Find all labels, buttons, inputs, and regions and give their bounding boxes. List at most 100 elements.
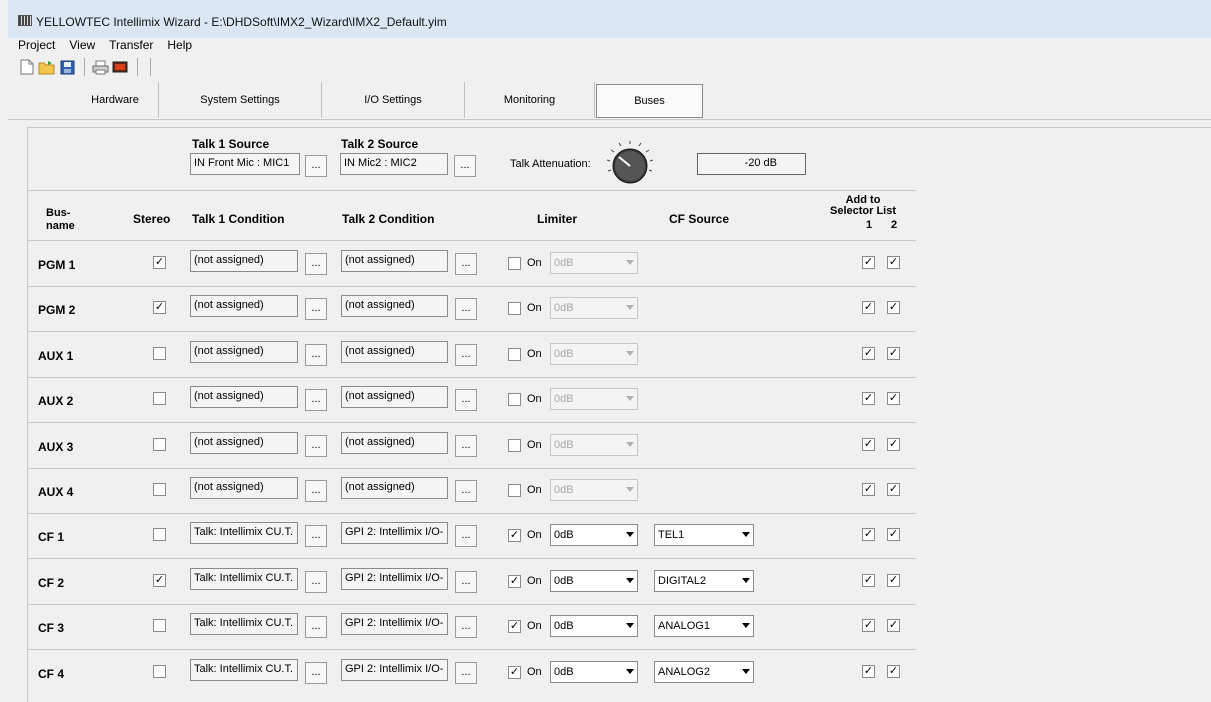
selector-list-1-checkbox[interactable]: ✓ bbox=[862, 256, 875, 269]
talk1-condition-browse-button[interactable]: ... bbox=[305, 389, 327, 411]
talk2-condition-browse-button[interactable]: ... bbox=[455, 298, 477, 320]
tab-hardware[interactable]: Hardware bbox=[72, 82, 159, 118]
tab-monitoring[interactable]: Monitoring bbox=[465, 82, 595, 118]
limiter-on-checkbox[interactable] bbox=[508, 348, 521, 361]
talk1-condition-browse-button[interactable]: ... bbox=[305, 253, 327, 275]
cf-source-select[interactable]: ANALOG1 bbox=[654, 615, 754, 637]
limiter-on-checkbox[interactable] bbox=[508, 484, 521, 497]
transfer-icon[interactable] bbox=[111, 58, 129, 76]
talk1-source-browse-button[interactable]: ... bbox=[305, 155, 327, 177]
stereo-checkbox[interactable] bbox=[153, 347, 166, 360]
selector-list-1-checkbox[interactable]: ✓ bbox=[862, 392, 875, 405]
selector-list-1-checkbox[interactable]: ✓ bbox=[862, 438, 875, 451]
selector-list-2-checkbox[interactable]: ✓ bbox=[887, 619, 900, 632]
talk2-condition-field[interactable]: GPI 2: Intellimix I/O- bbox=[341, 522, 448, 544]
talk1-condition-browse-button[interactable]: ... bbox=[305, 662, 327, 684]
limiter-on-checkbox[interactable] bbox=[508, 257, 521, 270]
limiter-on-checkbox[interactable]: ✓ bbox=[508, 666, 521, 679]
cf-source-select[interactable]: DIGITAL2 bbox=[654, 570, 754, 592]
new-file-icon[interactable] bbox=[18, 58, 36, 76]
limiter-level-select[interactable]: 0dB bbox=[550, 570, 638, 592]
limiter-on-checkbox[interactable] bbox=[508, 439, 521, 452]
open-folder-icon[interactable] bbox=[38, 58, 56, 76]
talk1-condition-field[interactable]: Talk: Intellimix CU.T. bbox=[190, 568, 298, 590]
menu-help[interactable]: Help bbox=[167, 38, 192, 56]
talk1-condition-browse-button[interactable]: ... bbox=[305, 480, 327, 502]
selector-list-2-checkbox[interactable]: ✓ bbox=[887, 301, 900, 314]
selector-list-2-checkbox[interactable]: ✓ bbox=[887, 574, 900, 587]
talk2-condition-browse-button[interactable]: ... bbox=[455, 389, 477, 411]
selector-list-1-checkbox[interactable]: ✓ bbox=[862, 301, 875, 314]
selector-list-1-checkbox[interactable]: ✓ bbox=[862, 665, 875, 678]
menu-view[interactable]: View bbox=[69, 38, 95, 56]
talk1-condition-field[interactable]: (not assigned) bbox=[190, 432, 298, 454]
tab-buses[interactable]: Buses bbox=[596, 84, 703, 118]
limiter-level-select[interactable]: 0dB bbox=[550, 615, 638, 637]
limiter-on-checkbox[interactable]: ✓ bbox=[508, 620, 521, 633]
stereo-checkbox[interactable]: ✓ bbox=[153, 574, 166, 587]
talk2-condition-browse-button[interactable]: ... bbox=[455, 662, 477, 684]
selector-list-1-checkbox[interactable]: ✓ bbox=[862, 347, 875, 360]
limiter-level-select[interactable]: 0dB bbox=[550, 661, 638, 683]
selector-list-2-checkbox[interactable]: ✓ bbox=[887, 665, 900, 678]
stereo-checkbox[interactable] bbox=[153, 528, 166, 541]
talk1-condition-field[interactable]: Talk: Intellimix CU.T. bbox=[190, 659, 298, 681]
talk2-condition-browse-button[interactable]: ... bbox=[455, 480, 477, 502]
selector-list-1-checkbox[interactable]: ✓ bbox=[862, 483, 875, 496]
talk1-source-field[interactable]: IN Front Mic : MIC1 bbox=[190, 153, 300, 175]
talk2-condition-browse-button[interactable]: ... bbox=[455, 344, 477, 366]
talk1-condition-browse-button[interactable]: ... bbox=[305, 298, 327, 320]
talk2-condition-field[interactable]: GPI 2: Intellimix I/O- bbox=[341, 613, 448, 635]
talk2-condition-browse-button[interactable]: ... bbox=[455, 253, 477, 275]
talk2-condition-field[interactable]: GPI 2: Intellimix I/O- bbox=[341, 568, 448, 590]
menu-transfer[interactable]: Transfer bbox=[109, 38, 153, 56]
print-icon[interactable] bbox=[91, 58, 109, 76]
cf-source-select[interactable]: ANALOG2 bbox=[654, 661, 754, 683]
talk1-condition-field[interactable]: (not assigned) bbox=[190, 477, 298, 499]
talk1-condition-browse-button[interactable]: ... bbox=[305, 435, 327, 457]
stereo-checkbox[interactable] bbox=[153, 438, 166, 451]
talk1-condition-field[interactable]: (not assigned) bbox=[190, 250, 298, 272]
selector-list-1-checkbox[interactable]: ✓ bbox=[862, 528, 875, 541]
talk1-condition-browse-button[interactable]: ... bbox=[305, 616, 327, 638]
selector-list-2-checkbox[interactable]: ✓ bbox=[887, 347, 900, 360]
selector-list-2-checkbox[interactable]: ✓ bbox=[887, 528, 900, 541]
talk1-condition-browse-button[interactable]: ... bbox=[305, 344, 327, 366]
talk1-condition-field[interactable]: Talk: Intellimix CU.T. bbox=[190, 522, 298, 544]
stereo-checkbox[interactable]: ✓ bbox=[153, 301, 166, 314]
talk2-condition-browse-button[interactable]: ... bbox=[455, 435, 477, 457]
limiter-level-select[interactable]: 0dB bbox=[550, 524, 638, 546]
talk-attenuation-knob[interactable] bbox=[606, 140, 654, 188]
limiter-on-checkbox[interactable]: ✓ bbox=[508, 529, 521, 542]
tab-io-settings[interactable]: I/O Settings bbox=[322, 82, 465, 118]
selector-list-1-checkbox[interactable]: ✓ bbox=[862, 619, 875, 632]
stereo-checkbox[interactable] bbox=[153, 619, 166, 632]
talk2-condition-field[interactable]: (not assigned) bbox=[341, 341, 448, 363]
selector-list-2-checkbox[interactable]: ✓ bbox=[887, 483, 900, 496]
talk2-condition-browse-button[interactable]: ... bbox=[455, 616, 477, 638]
limiter-on-checkbox[interactable] bbox=[508, 302, 521, 315]
talk1-condition-browse-button[interactable]: ... bbox=[305, 525, 327, 547]
talk2-condition-field[interactable]: (not assigned) bbox=[341, 477, 448, 499]
talk1-condition-field[interactable]: (not assigned) bbox=[190, 386, 298, 408]
talk2-condition-field[interactable]: GPI 2: Intellimix I/O- bbox=[341, 659, 448, 681]
stereo-checkbox[interactable] bbox=[153, 665, 166, 678]
selector-list-2-checkbox[interactable]: ✓ bbox=[887, 438, 900, 451]
limiter-on-checkbox[interactable]: ✓ bbox=[508, 575, 521, 588]
talk2-condition-field[interactable]: (not assigned) bbox=[341, 432, 448, 454]
talk2-condition-field[interactable]: (not assigned) bbox=[341, 386, 448, 408]
stereo-checkbox[interactable] bbox=[153, 392, 166, 405]
talk1-condition-browse-button[interactable]: ... bbox=[305, 571, 327, 593]
talk2-source-browse-button[interactable]: ... bbox=[454, 155, 476, 177]
talk1-condition-field[interactable]: (not assigned) bbox=[190, 295, 298, 317]
talk1-condition-field[interactable]: (not assigned) bbox=[190, 341, 298, 363]
save-icon[interactable] bbox=[58, 58, 76, 76]
selector-list-2-checkbox[interactable]: ✓ bbox=[887, 392, 900, 405]
tab-system-settings[interactable]: System Settings bbox=[159, 82, 322, 118]
stereo-checkbox[interactable]: ✓ bbox=[153, 256, 166, 269]
talk1-condition-field[interactable]: Talk: Intellimix CU.T. bbox=[190, 613, 298, 635]
talk2-condition-browse-button[interactable]: ... bbox=[455, 571, 477, 593]
selector-list-2-checkbox[interactable]: ✓ bbox=[887, 256, 900, 269]
talk2-condition-field[interactable]: (not assigned) bbox=[341, 250, 448, 272]
talk2-condition-browse-button[interactable]: ... bbox=[455, 525, 477, 547]
